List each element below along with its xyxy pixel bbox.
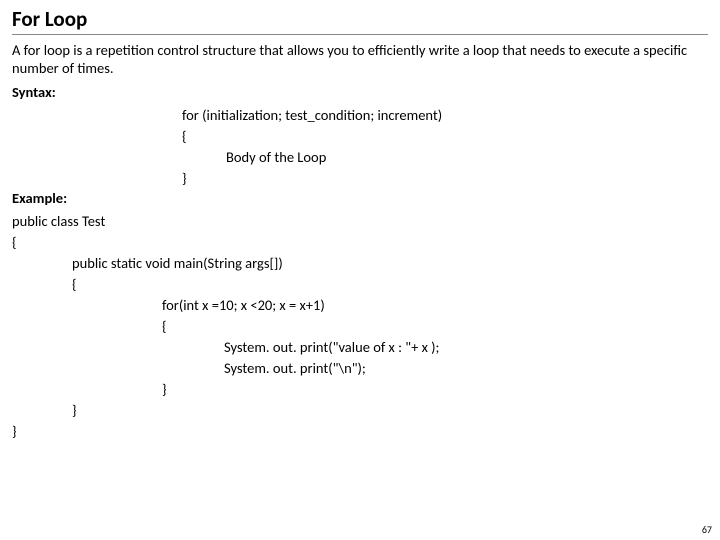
code-line: public static void main(String args[])	[72, 253, 708, 274]
description-text: A for loop is a repetition control struc…	[12, 41, 708, 77]
syntax-body: Body of the Loop	[226, 147, 708, 168]
syntax-label: Syntax:	[12, 83, 708, 101]
code-line: }	[162, 379, 708, 400]
code-line: System. out. print("\n");	[224, 358, 708, 379]
code-line: for(int x =10; x <20; x = x+1)	[162, 295, 708, 316]
code-line: {	[12, 232, 708, 253]
code-line: }	[72, 400, 708, 421]
example-label: Example:	[12, 189, 708, 207]
document-page: For Loop A for loop is a repetition cont…	[0, 0, 720, 540]
syntax-open-brace: {	[182, 126, 708, 147]
code-line: System. out. print("value of x : "+ x );	[224, 337, 708, 358]
code-line: {	[162, 316, 708, 337]
page-title: For Loop	[12, 6, 708, 35]
code-line: }	[12, 421, 708, 442]
example-block: public class Test { public static void m…	[12, 211, 708, 442]
syntax-close-brace: }	[182, 168, 708, 189]
page-number: 67	[702, 523, 712, 536]
syntax-line: for (initialization; test_condition; inc…	[182, 105, 708, 126]
code-line: public class Test	[12, 211, 708, 232]
code-line: {	[72, 274, 708, 295]
syntax-block: for (initialization; test_condition; inc…	[182, 105, 708, 189]
